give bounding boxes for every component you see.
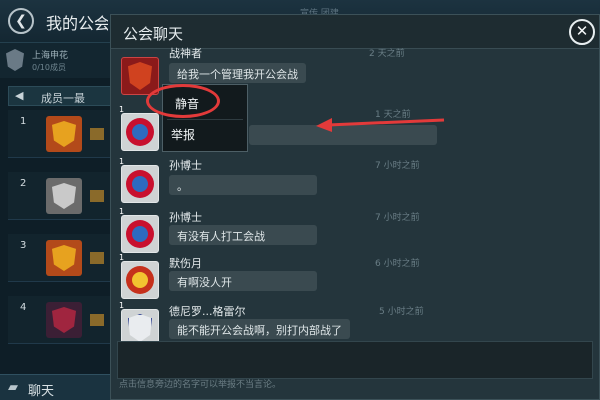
rank-marker <box>90 252 104 264</box>
chat-message: 1 默伤月 6 小时之前 有啊没人开 <box>119 253 499 305</box>
chat-input[interactable] <box>117 341 593 379</box>
message-text: 有没有人打工会战 <box>169 225 317 245</box>
message-time: 7 小时之前 <box>375 161 420 171</box>
highlight-circle <box>146 84 220 118</box>
bayern-crest-icon <box>126 220 154 248</box>
united-crest-icon <box>126 266 154 294</box>
sender-name[interactable]: 战神者 <box>169 45 202 61</box>
white-crest-icon <box>128 314 152 342</box>
message-text: 能不能开公会战啊，别打内部战了 <box>169 319 350 339</box>
player-avatar[interactable] <box>121 261 159 299</box>
rank-row-3[interactable]: 3 <box>8 234 112 282</box>
sender-name[interactable]: 默伤月 <box>169 255 202 271</box>
club-info: 上海申花 0/10成员 <box>0 42 112 78</box>
rank-marker <box>90 190 104 202</box>
rank-row-4[interactable]: 4 <box>8 296 112 344</box>
player-avatar[interactable] <box>121 165 159 203</box>
rank-row-1[interactable]: 1 <box>8 110 112 158</box>
message-time: 6 小时之前 <box>375 259 420 269</box>
bayern-crest-icon <box>126 170 154 198</box>
rank-number: 1 <box>20 116 27 127</box>
club-crest-icon <box>46 240 82 276</box>
club-crest-icon <box>46 116 82 152</box>
club-badge-icon <box>6 49 24 71</box>
dialog-title: 公会聊天 <box>123 25 184 43</box>
guild-title: 我的公会 <box>46 14 108 33</box>
chat-tab-label: 聊天 <box>28 384 55 399</box>
pointer-arrow-icon <box>316 118 445 132</box>
chat-bubble-icon: ▰ <box>8 380 18 395</box>
message-text: 。 <box>169 175 317 195</box>
message-time: 5 小时之前 <box>379 307 424 317</box>
rank-title: 成员一最 <box>41 92 85 105</box>
message-text: 有啊没人开 <box>169 271 317 291</box>
rank-marker <box>90 314 104 326</box>
red-badge-icon <box>128 62 152 90</box>
rank-row-2[interactable]: 2 <box>8 172 112 220</box>
message-time: 7 小时之前 <box>375 213 420 223</box>
dialog-header: 公会聊天 ✕ <box>111 15 599 49</box>
chat-tab[interactable]: ▰ 聊天 <box>0 374 112 400</box>
rank-number: 2 <box>20 178 27 189</box>
club-crest-icon <box>46 178 82 214</box>
back-button[interactable]: ❮ <box>8 8 34 34</box>
report-hint: 点击信息旁边的名字可以举报不当言论。 <box>119 380 282 390</box>
message-text: 给我一个管理我开公会战 <box>169 63 306 83</box>
close-button[interactable]: ✕ <box>569 19 595 45</box>
player-avatar[interactable] <box>121 113 159 151</box>
rank-arrow-icon[interactable]: ◀ <box>15 89 23 102</box>
player-avatar[interactable] <box>121 215 159 253</box>
chat-message: 1 孙博士 7 小时之前 。 <box>119 157 499 209</box>
rank-marker <box>90 128 104 140</box>
club-members: 0/10成员 <box>32 63 66 72</box>
bayern-crest-icon <box>126 118 154 146</box>
report-menu-item[interactable]: 举报 <box>163 119 247 149</box>
club-name: 上海申花 <box>32 51 69 61</box>
report-label: 举报 <box>171 128 196 142</box>
sender-name[interactable]: 孙博士 <box>169 209 202 225</box>
chat-message: 1 孙博士 7 小时之前 有没有人打工会战 <box>119 207 499 259</box>
sender-name[interactable]: 孙博士 <box>169 157 202 173</box>
chevron-left-icon: ❮ <box>15 13 27 29</box>
close-icon: ✕ <box>575 22 589 40</box>
message-time: 2 天之前 <box>369 49 405 59</box>
rank-number: 3 <box>20 240 27 251</box>
club-crest-icon <box>46 302 82 338</box>
guild-chat-dialog: 公会聊天 ✕ 战神者 2 天之前 给我一个管理我开公会战 1 1 天之前 1 孙… <box>110 14 600 400</box>
rank-number: 4 <box>20 302 27 313</box>
sender-name[interactable]: 德尼罗...格雷尔 <box>169 303 246 319</box>
rank-header[interactable]: ◀ 成员一最 <box>8 86 112 106</box>
